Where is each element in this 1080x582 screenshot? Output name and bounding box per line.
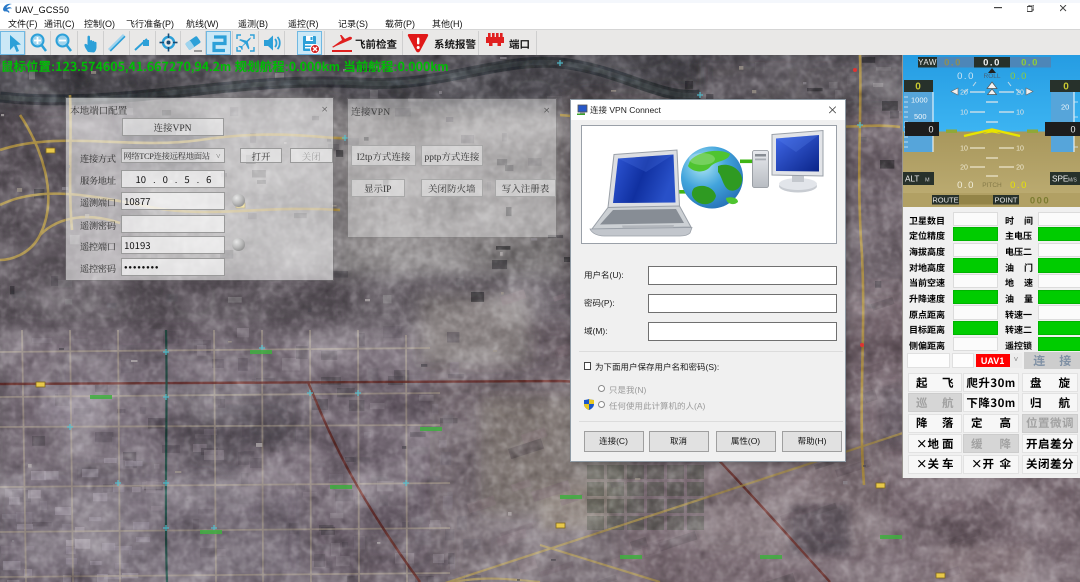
svg-text:POINT: POINT bbox=[995, 196, 1018, 205]
svg-text:ROLL: ROLL bbox=[984, 73, 1001, 80]
svg-text:10: 10 bbox=[1016, 146, 1024, 153]
svg-text:500: 500 bbox=[914, 112, 927, 121]
svg-text:0.0: 0.0 bbox=[957, 180, 975, 191]
svg-text:20: 20 bbox=[1016, 90, 1024, 97]
svg-text:000: 000 bbox=[1030, 196, 1050, 207]
svg-text:10: 10 bbox=[960, 146, 968, 153]
svg-text:0: 0 bbox=[928, 125, 933, 135]
svg-text:10: 10 bbox=[960, 110, 968, 117]
svg-text:0: 0 bbox=[915, 82, 921, 93]
svg-text:SPE: SPE bbox=[1052, 175, 1069, 184]
svg-text:0.0: 0.0 bbox=[983, 58, 1001, 69]
svg-text:10: 10 bbox=[1016, 110, 1024, 117]
svg-text:20: 20 bbox=[960, 165, 968, 172]
svg-text:0.0: 0.0 bbox=[944, 58, 962, 69]
svg-text:M/S: M/S bbox=[1068, 178, 1078, 184]
svg-text:0: 0 bbox=[1063, 82, 1069, 93]
svg-text:20: 20 bbox=[960, 90, 968, 97]
svg-text:PITCH: PITCH bbox=[982, 182, 1002, 189]
svg-text:YAW: YAW bbox=[918, 58, 937, 67]
svg-text:ALT: ALT bbox=[905, 175, 919, 184]
svg-text:1000: 1000 bbox=[911, 96, 928, 105]
svg-text:0.0: 0.0 bbox=[957, 71, 975, 82]
svg-text:20: 20 bbox=[1016, 165, 1024, 172]
svg-text:20: 20 bbox=[1061, 103, 1069, 112]
svg-text:0: 0 bbox=[1070, 125, 1075, 135]
svg-text:0.0: 0.0 bbox=[1021, 58, 1039, 69]
svg-text:0.0: 0.0 bbox=[1010, 71, 1028, 82]
svg-text:ROUTE: ROUTE bbox=[932, 196, 958, 205]
svg-text:0.0: 0.0 bbox=[1010, 180, 1028, 191]
svg-text:M: M bbox=[925, 178, 930, 184]
